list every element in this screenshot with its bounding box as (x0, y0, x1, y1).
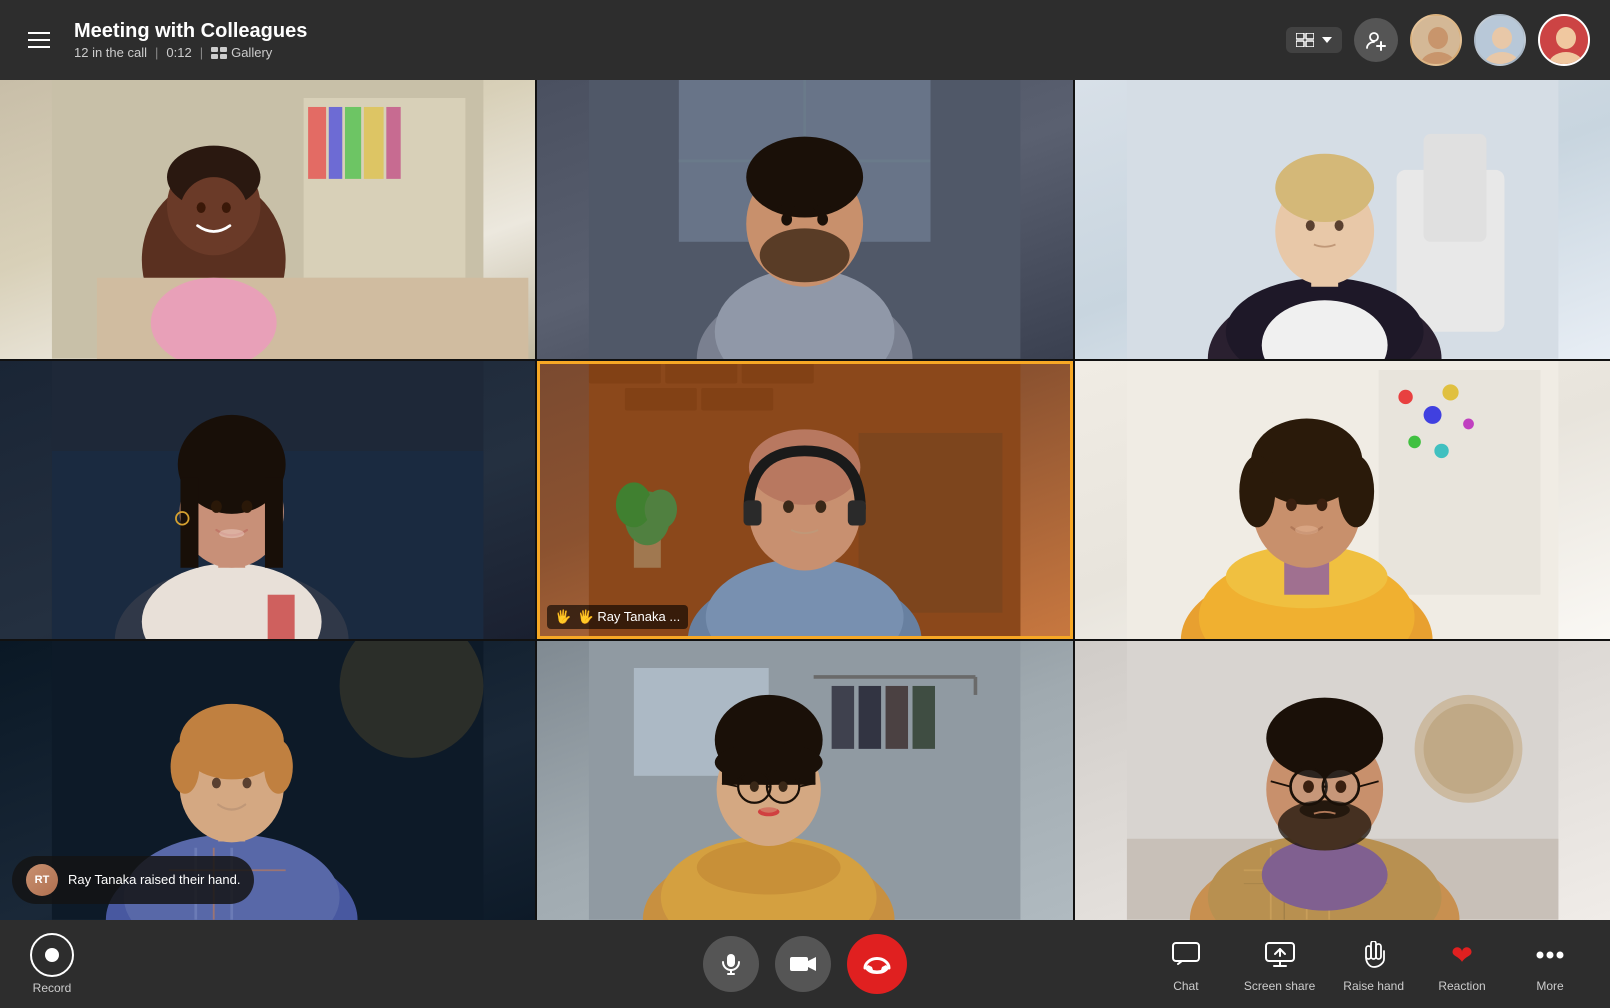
hand-raise-toast: RT Ray Tanaka raised their hand. (12, 856, 254, 904)
speaker-name: 🖐 Ray Tanaka ... (578, 609, 681, 625)
gallery-label: Gallery (231, 45, 272, 60)
participant-video-6 (1075, 361, 1610, 640)
camera-icon (790, 954, 816, 974)
participants-count: 12 in the call (74, 45, 147, 60)
more-icon (1530, 935, 1570, 975)
video-cell-6[interactable] (1075, 361, 1610, 640)
layout-icon (1296, 33, 1314, 47)
reaction-label: Reaction (1438, 979, 1485, 993)
video-cell-1[interactable] (0, 80, 535, 359)
avatar-1[interactable] (1410, 14, 1462, 66)
toast-avatar: RT (26, 864, 58, 896)
video-cell-9[interactable] (1075, 641, 1610, 920)
menu-button[interactable] (20, 24, 58, 56)
add-person-button[interactable] (1354, 18, 1398, 62)
record-button[interactable]: Record (30, 933, 74, 995)
participant-video-5 (537, 361, 1072, 640)
chat-button[interactable]: Chat (1156, 935, 1216, 993)
video-cell-4[interactable] (0, 361, 535, 640)
meeting-subtitle: 12 in the call | 0:12 | Gallery (74, 45, 307, 60)
chat-icon (1166, 935, 1206, 975)
call-controls (703, 934, 907, 994)
raise-hand-label: Raise hand (1343, 979, 1404, 993)
record-dot (45, 948, 59, 962)
meeting-info: Meeting with Colleagues 12 in the call |… (74, 20, 307, 60)
participant-video-1 (0, 80, 535, 359)
meeting-title: Meeting with Colleagues (74, 20, 307, 43)
gallery-view-button[interactable]: Gallery (211, 45, 272, 60)
avatar-image-1 (1412, 16, 1462, 66)
header-right (1286, 14, 1590, 66)
gallery-icon (211, 47, 227, 59)
avatar-image-3 (1540, 16, 1590, 66)
camera-button[interactable] (775, 936, 831, 992)
header: Meeting with Colleagues 12 in the call |… (0, 0, 1610, 80)
reaction-button[interactable]: ❤ Reaction (1432, 935, 1492, 993)
bottom-bar: Record (0, 920, 1610, 1008)
mute-button[interactable] (703, 936, 759, 992)
microphone-icon (719, 952, 743, 976)
video-grid: 🖐 🖐 Ray Tanaka ... (0, 80, 1610, 920)
layout-chevron-icon (1322, 37, 1332, 43)
screen-share-button[interactable]: Screen share (1244, 935, 1315, 993)
toast-avatar-initials: RT (35, 874, 50, 886)
chat-label: Chat (1173, 979, 1198, 993)
action-buttons: Chat Screen share (1156, 935, 1580, 993)
video-cell-7[interactable]: RT Ray Tanaka raised their hand. (0, 641, 535, 920)
video-cell-3[interactable] (1075, 80, 1610, 359)
raise-hand-button[interactable]: Raise hand (1343, 935, 1404, 993)
participant-video-3 (1075, 80, 1610, 359)
participant-video-8 (537, 641, 1072, 920)
call-duration: 0:12 (166, 45, 191, 60)
header-left: Meeting with Colleagues 12 in the call |… (20, 20, 307, 60)
participant-video-4 (0, 361, 535, 640)
avatar-3[interactable] (1538, 14, 1590, 66)
screen-share-icon (1260, 935, 1300, 975)
screen-share-label: Screen share (1244, 979, 1315, 993)
active-speaker-label: 🖐 🖐 Ray Tanaka ... (547, 605, 688, 629)
participant-video-2 (537, 80, 1072, 359)
more-button[interactable]: More (1520, 935, 1580, 993)
record-icon (30, 933, 74, 977)
more-label: More (1536, 979, 1563, 993)
end-call-icon (863, 954, 891, 974)
toast-message: Ray Tanaka raised their hand. (68, 872, 240, 887)
layout-button[interactable] (1286, 27, 1342, 53)
video-cell-8[interactable] (537, 641, 1072, 920)
avatar-image-2 (1476, 16, 1526, 66)
reaction-icon: ❤ (1442, 935, 1482, 975)
end-call-button[interactable] (847, 934, 907, 994)
avatar-2[interactable] (1474, 14, 1526, 66)
video-cell-2[interactable] (537, 80, 1072, 359)
video-cell-ray-tanaka[interactable]: 🖐 🖐 Ray Tanaka ... (537, 361, 1072, 640)
raise-hand-icon (1354, 935, 1394, 975)
hand-emoji: 🖐 (555, 609, 571, 625)
add-person-icon (1365, 29, 1387, 51)
participant-video-9 (1075, 641, 1610, 920)
record-label: Record (33, 981, 72, 995)
